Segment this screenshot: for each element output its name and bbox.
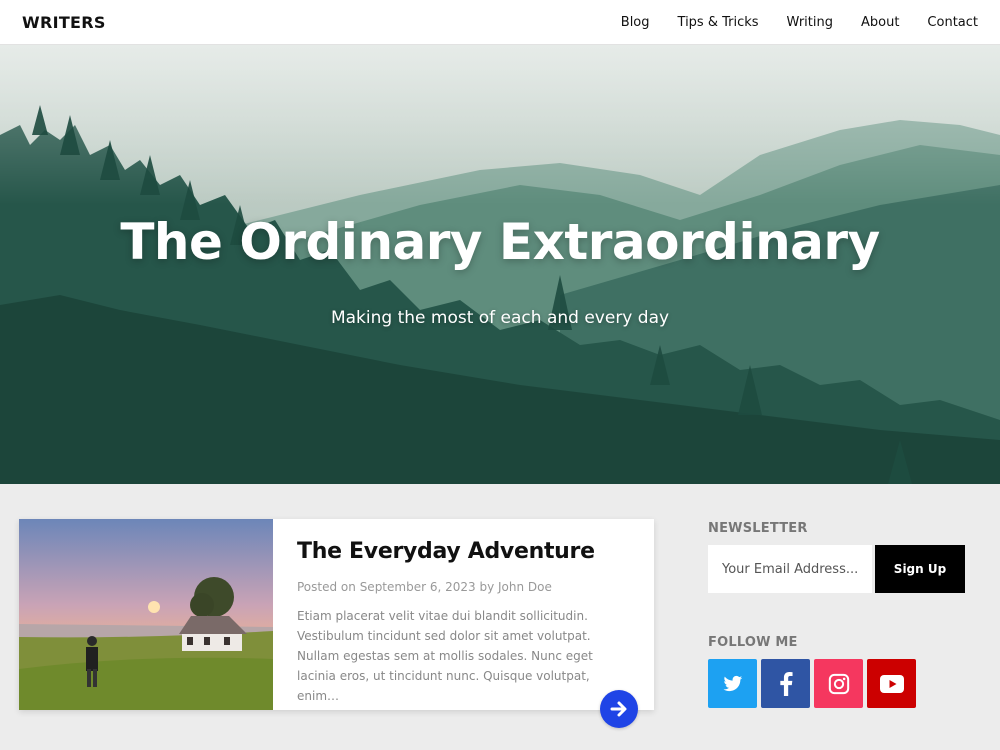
newsletter-email-input[interactable] <box>708 545 872 593</box>
site-logo[interactable]: WRITERS <box>22 13 106 32</box>
post-author-link[interactable]: John Doe <box>498 580 552 594</box>
twitter-icon <box>723 675 742 691</box>
nav-item-contact[interactable]: Contact <box>927 15 978 30</box>
hero-title: The Ordinary Extraordinary <box>120 213 880 271</box>
youtube-button[interactable] <box>867 659 916 708</box>
post-meta-prefix: Posted on <box>297 580 360 594</box>
arrow-right-icon <box>610 701 627 717</box>
nav-item-blog[interactable]: Blog <box>621 15 650 30</box>
hero-banner: The Ordinary Extraordinary Making the mo… <box>0 45 1000 484</box>
post-thumbnail-image <box>19 519 273 710</box>
post-title[interactable]: The Everyday Adventure <box>297 539 630 564</box>
nav-item-tips-tricks[interactable]: Tips & Tricks <box>678 15 759 30</box>
post-card: The Everyday Adventure Posted on Septemb… <box>19 519 654 710</box>
post-meta-by: by <box>475 580 498 594</box>
nav-item-writing[interactable]: Writing <box>787 15 833 30</box>
instagram-icon <box>828 673 849 694</box>
newsletter-heading: NEWSLETTER <box>708 521 808 536</box>
read-more-button[interactable] <box>600 690 638 728</box>
site-header: WRITERS Blog Tips & Tricks Writing About… <box>0 0 1000 45</box>
follow-heading: FOLLOW ME <box>708 635 798 650</box>
instagram-button[interactable] <box>814 659 863 708</box>
post-body: The Everyday Adventure Posted on Septemb… <box>273 519 654 710</box>
facebook-icon <box>779 671 793 696</box>
post-date-link[interactable]: September 6, 2023 <box>360 580 476 594</box>
youtube-icon <box>879 674 904 693</box>
newsletter-signup-button[interactable]: Sign Up <box>875 545 965 593</box>
post-thumbnail[interactable] <box>19 519 273 710</box>
twitter-button[interactable] <box>708 659 757 708</box>
hero-subtitle: Making the most of each and every day <box>330 308 670 328</box>
post-meta: Posted on September 6, 2023 by John Doe <box>297 580 630 594</box>
nav-item-about[interactable]: About <box>861 15 899 30</box>
main-nav: Blog Tips & Tricks Writing About Contact <box>593 15 978 30</box>
facebook-button[interactable] <box>761 659 810 708</box>
post-excerpt: Etiam placerat velit vitae dui blandit s… <box>297 609 593 703</box>
